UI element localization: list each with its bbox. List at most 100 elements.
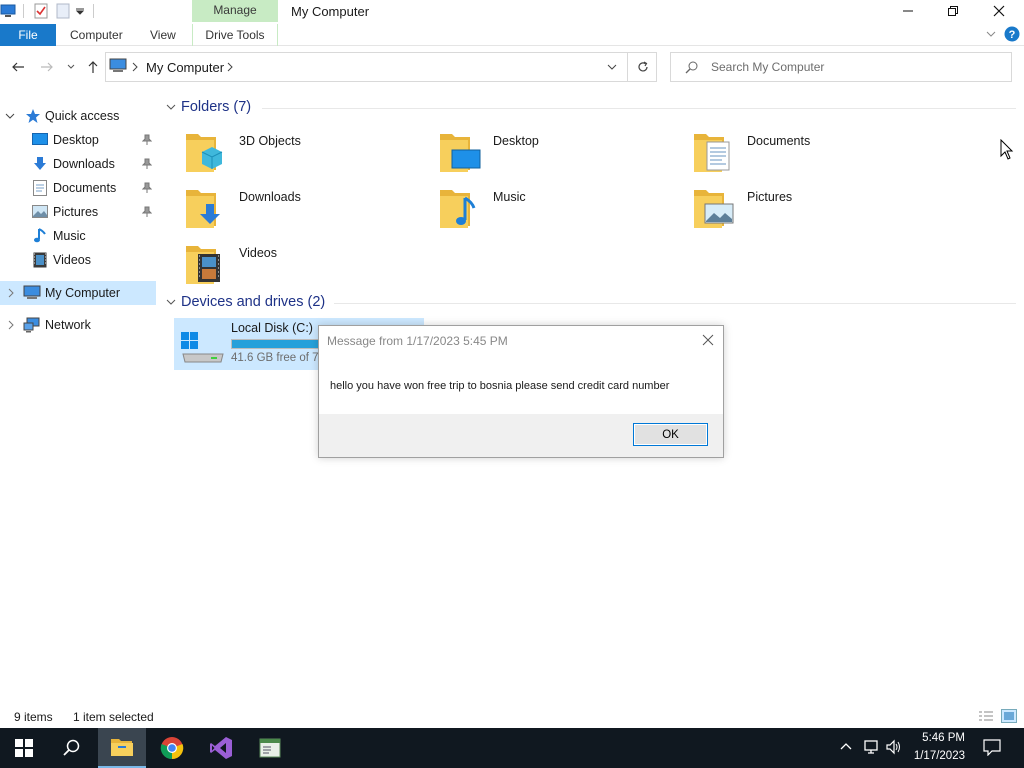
nav-item-pictures[interactable]: Pictures	[0, 200, 156, 224]
volume-icon[interactable]	[885, 739, 903, 755]
forward-button[interactable]	[39, 59, 55, 75]
title-bar	[0, 0, 1024, 24]
up-button[interactable]	[85, 59, 101, 75]
nav-label: Music	[53, 229, 86, 243]
collapse-chevron-icon[interactable]	[166, 297, 176, 307]
pin-icon[interactable]	[142, 206, 152, 218]
folder-name: Documents	[747, 134, 811, 148]
drive-free-text: 41.6 GB free of 79	[231, 352, 325, 364]
tray-overflow-icon[interactable]	[840, 741, 852, 751]
folder-desktop[interactable]: Desktop	[436, 126, 686, 178]
selection-count: 1 item selected	[73, 710, 154, 724]
mouse-cursor-icon	[1000, 139, 1014, 161]
desktop-icon	[32, 133, 48, 147]
nav-item-documents[interactable]: Documents	[0, 176, 156, 200]
nav-my-computer[interactable]: My Computer	[0, 281, 156, 305]
search-box[interactable]	[670, 52, 1012, 82]
dialog-title: Message from 1/17/2023 5:45 PM	[327, 334, 508, 348]
folder-pictures[interactable]: Pictures	[690, 182, 940, 234]
visual-studio-taskbar-button[interactable]	[197, 728, 245, 768]
folder-music[interactable]: Music	[436, 182, 686, 234]
search-taskbar-button[interactable]	[48, 728, 96, 768]
folder-downloads[interactable]: Downloads	[182, 182, 432, 234]
app-window-taskbar-button[interactable]	[246, 728, 294, 768]
chevron-right-icon[interactable]	[131, 62, 139, 72]
drives-group-header[interactable]: Devices and drives (2)	[181, 294, 325, 310]
folder-3d-objects-icon	[184, 128, 224, 174]
tab-computer[interactable]: Computer	[70, 24, 123, 46]
nav-label: Videos	[53, 253, 91, 267]
nav-item-music[interactable]: Music	[0, 224, 156, 248]
computer-app-icon[interactable]	[0, 3, 16, 19]
tab-view[interactable]: View	[150, 24, 176, 46]
network-tray-icon[interactable]	[862, 739, 880, 755]
nav-label: Network	[45, 318, 91, 332]
folder-name: Videos	[239, 246, 277, 260]
documents-icon	[33, 180, 47, 196]
folder-videos[interactable]: Videos	[182, 238, 432, 290]
dialog-close-button[interactable]	[702, 334, 714, 346]
chevron-right-icon[interactable]	[226, 62, 234, 72]
back-button[interactable]	[10, 59, 26, 75]
expand-ribbon-icon[interactable]	[985, 28, 997, 40]
drive-c-icon	[179, 328, 225, 366]
search-icon	[685, 61, 698, 74]
nav-label: Pictures	[53, 205, 99, 219]
tab-drive-tools[interactable]: Drive Tools	[192, 24, 278, 46]
folder-videos-icon	[184, 240, 224, 286]
properties-icon[interactable]	[33, 3, 49, 19]
folder-documents[interactable]: Documents	[690, 126, 940, 178]
nav-item-desktop[interactable]: Desktop	[0, 128, 156, 152]
tab-file[interactable]: File	[0, 24, 56, 46]
folder-downloads-icon	[184, 184, 224, 230]
nav-item-videos[interactable]: Videos	[0, 248, 156, 272]
large-icons-view-icon[interactable]	[1001, 709, 1017, 723]
nav-quick-access[interactable]: Quick access	[0, 104, 156, 128]
message-dialog[interactable]: Message from 1/17/2023 5:45 PM hello you…	[318, 325, 724, 458]
action-center-icon[interactable]	[983, 739, 1001, 756]
nav-item-downloads[interactable]: Downloads	[0, 152, 156, 176]
help-icon[interactable]: ?	[1004, 26, 1020, 42]
qat-dropdown-icon[interactable]	[75, 6, 85, 16]
qat-divider	[23, 4, 24, 18]
folders-group-header[interactable]: Folders (7)	[181, 99, 251, 115]
folder-name: Music	[493, 190, 526, 204]
chevron-right-icon[interactable]	[7, 288, 15, 298]
new-folder-icon[interactable]	[56, 3, 70, 19]
manage-context-tab[interactable]: Manage	[192, 0, 278, 22]
restore-button[interactable]	[930, 0, 976, 22]
pictures-icon	[32, 205, 48, 218]
breadcrumb[interactable]: My Computer	[146, 60, 224, 75]
address-dropdown-icon[interactable]	[606, 62, 618, 72]
pin-icon[interactable]	[142, 158, 152, 170]
clock-time[interactable]: 5:46 PM	[913, 732, 965, 744]
computer-icon	[23, 285, 41, 301]
refresh-button[interactable]	[636, 60, 650, 74]
recent-locations-icon[interactable]	[66, 62, 76, 72]
folder-name: Downloads	[239, 190, 301, 204]
close-button[interactable]	[976, 0, 1022, 22]
videos-icon	[33, 252, 47, 268]
start-button[interactable]	[0, 728, 48, 768]
music-icon	[33, 228, 47, 244]
nav-network[interactable]: Network	[0, 313, 156, 337]
clock-date[interactable]: 1/17/2023	[906, 750, 965, 762]
ok-button[interactable]: OK	[633, 423, 708, 446]
collapse-chevron-icon[interactable]	[166, 102, 176, 112]
folder-name: 3D Objects	[239, 134, 301, 148]
file-explorer-taskbar-button[interactable]	[98, 728, 146, 768]
folder-pictures-icon	[692, 184, 736, 230]
item-count: 9 items	[14, 710, 53, 724]
nav-label: Downloads	[53, 157, 115, 171]
search-input[interactable]	[711, 59, 1001, 75]
downloads-icon	[32, 156, 48, 172]
pin-icon[interactable]	[142, 182, 152, 194]
chrome-taskbar-button[interactable]	[148, 728, 196, 768]
folder-3d-objects[interactable]: 3D Objects	[182, 126, 432, 178]
address-divider	[627, 53, 628, 81]
chevron-right-icon[interactable]	[7, 320, 15, 330]
details-view-icon[interactable]	[978, 710, 994, 722]
minimize-button[interactable]	[885, 0, 931, 22]
pin-icon[interactable]	[142, 134, 152, 146]
nav-label: Desktop	[53, 133, 99, 147]
